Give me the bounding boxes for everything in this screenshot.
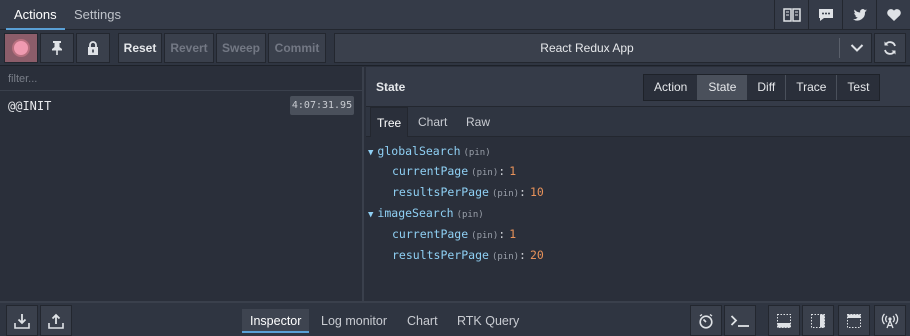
tree-leaf: resultsPerPage (pin): 10	[392, 182, 544, 202]
select-divider	[839, 38, 840, 58]
tree-key: resultsPerPage	[392, 248, 489, 262]
tree-value: 20	[529, 248, 544, 262]
twitter-icon	[852, 9, 867, 21]
tab-log-monitor[interactable]: Log monitor	[321, 309, 387, 333]
tree-colon: :	[519, 185, 526, 199]
tab-raw[interactable]: Raw	[466, 107, 490, 137]
tree-value: 10	[529, 185, 544, 199]
pin-link[interactable]: (pin)	[492, 189, 519, 199]
instance-select[interactable]: React Redux App	[334, 33, 872, 63]
tree-key: imageSearch	[377, 206, 454, 220]
instance-select-value: React Redux App	[540, 41, 634, 55]
action-list-pane: @@INIT 4:07:31.95	[0, 67, 364, 301]
pin-icon	[52, 41, 62, 55]
filter-input[interactable]	[0, 67, 362, 91]
tab-chart[interactable]: Chart	[418, 107, 447, 137]
expand-arrow-icon[interactable]: ▼	[368, 148, 373, 158]
terminal-icon	[730, 314, 749, 327]
tab-chart-monitor[interactable]: Chart	[407, 309, 438, 333]
tab-test[interactable]: Test	[837, 75, 880, 100]
action-timestamp: 4:07:31.95	[290, 96, 354, 115]
twitter-button[interactable]	[842, 0, 876, 30]
tree-leaf: resultsPerPage (pin): 20	[392, 245, 544, 265]
bottom-bar: Inspector Log monitor Chart RTK Query	[0, 301, 910, 336]
heart-icon	[886, 9, 901, 21]
lock-button[interactable]	[76, 33, 110, 63]
commit-button[interactable]: Commit	[268, 33, 326, 63]
expand-arrow-icon[interactable]: ▼	[368, 210, 373, 220]
record-button[interactable]	[4, 33, 38, 63]
pin-link[interactable]: (pin)	[471, 231, 498, 241]
state-title: State	[376, 80, 406, 94]
top-tab-bar: Actions Settings	[0, 0, 910, 30]
pin-link[interactable]: (pin)	[492, 252, 519, 262]
broadcast-icon	[881, 313, 899, 328]
dock-window-button[interactable]	[838, 305, 870, 336]
chevron-down-icon	[850, 44, 864, 52]
action-name: @@INIT	[8, 99, 52, 113]
tab-settings[interactable]: Settings	[74, 0, 121, 30]
toolbar: Reset Revert Sweep Commit React Redux Ap…	[0, 30, 910, 66]
record-icon	[14, 41, 28, 55]
tab-diff[interactable]: Diff	[747, 75, 787, 100]
feedback-icon	[818, 9, 833, 21]
dock-bottom-icon	[777, 313, 791, 328]
lock-icon	[88, 40, 98, 55]
tree-key: resultsPerPage	[392, 185, 489, 199]
docs-button[interactable]	[774, 0, 808, 30]
revert-button[interactable]: Revert	[164, 33, 214, 63]
pin-link[interactable]: (pin)	[464, 148, 491, 158]
tree-value: 1	[509, 164, 517, 178]
pin-link[interactable]: (pin)	[471, 168, 498, 178]
terminal-button[interactable]	[724, 305, 756, 336]
inspector-pane: State Action State Diff Trace Test Tree …	[366, 67, 910, 301]
tree-key: currentPage	[392, 227, 469, 241]
slider-toggle-button[interactable]	[768, 305, 800, 336]
tree-node-image-search[interactable]: ▼ imageSearch (pin)	[368, 203, 484, 223]
state-header: State Action State Diff Trace Test	[366, 67, 910, 107]
tree-leaf: currentPage (pin): 1	[392, 224, 516, 244]
export-icon	[48, 313, 64, 329]
tab-action[interactable]: Action	[644, 75, 699, 100]
pin-link[interactable]: (pin)	[457, 210, 484, 220]
remote-button[interactable]	[874, 305, 906, 336]
tab-inspector[interactable]: Inspector	[242, 309, 310, 333]
export-button[interactable]	[40, 305, 72, 336]
timer-icon	[699, 313, 713, 329]
docs-icon	[782, 8, 801, 22]
persist-button[interactable]	[40, 33, 74, 63]
tree-key: currentPage	[392, 164, 469, 178]
dock-window-icon	[847, 313, 861, 328]
dispatcher-timer-button[interactable]	[690, 305, 722, 336]
tree-value: 1	[509, 227, 517, 241]
tab-actions[interactable]: Actions	[6, 0, 65, 30]
import-icon	[14, 313, 30, 329]
tab-tree[interactable]: Tree	[370, 107, 409, 137]
heart-button[interactable]	[876, 0, 910, 30]
sweep-button[interactable]: Sweep	[216, 33, 266, 63]
import-button[interactable]	[6, 305, 38, 336]
tab-rtk-query[interactable]: RTK Query	[457, 309, 519, 333]
tree-colon: :	[498, 164, 506, 178]
tree-key: globalSearch	[377, 144, 461, 158]
dock-right-icon	[811, 313, 825, 328]
feedback-button[interactable]	[808, 0, 842, 30]
state-view-tabs: Tree Chart Raw	[366, 107, 910, 137]
reset-button[interactable]: Reset	[118, 33, 162, 63]
tree-colon: :	[519, 248, 526, 262]
sync-icon	[884, 41, 896, 55]
dock-right-button[interactable]	[802, 305, 834, 336]
tab-trace[interactable]: Trace	[786, 75, 838, 100]
tree-node-global-search[interactable]: ▼ globalSearch (pin)	[368, 141, 491, 161]
tree-leaf: currentPage (pin): 1	[392, 161, 516, 181]
tree-colon: :	[498, 227, 506, 241]
sync-button[interactable]	[874, 33, 906, 63]
tab-state[interactable]: State	[698, 75, 748, 100]
action-list-item[interactable]: @@INIT 4:07:31.95	[0, 93, 362, 119]
inspector-mode-tabs: Action State Diff Trace Test	[643, 74, 881, 101]
